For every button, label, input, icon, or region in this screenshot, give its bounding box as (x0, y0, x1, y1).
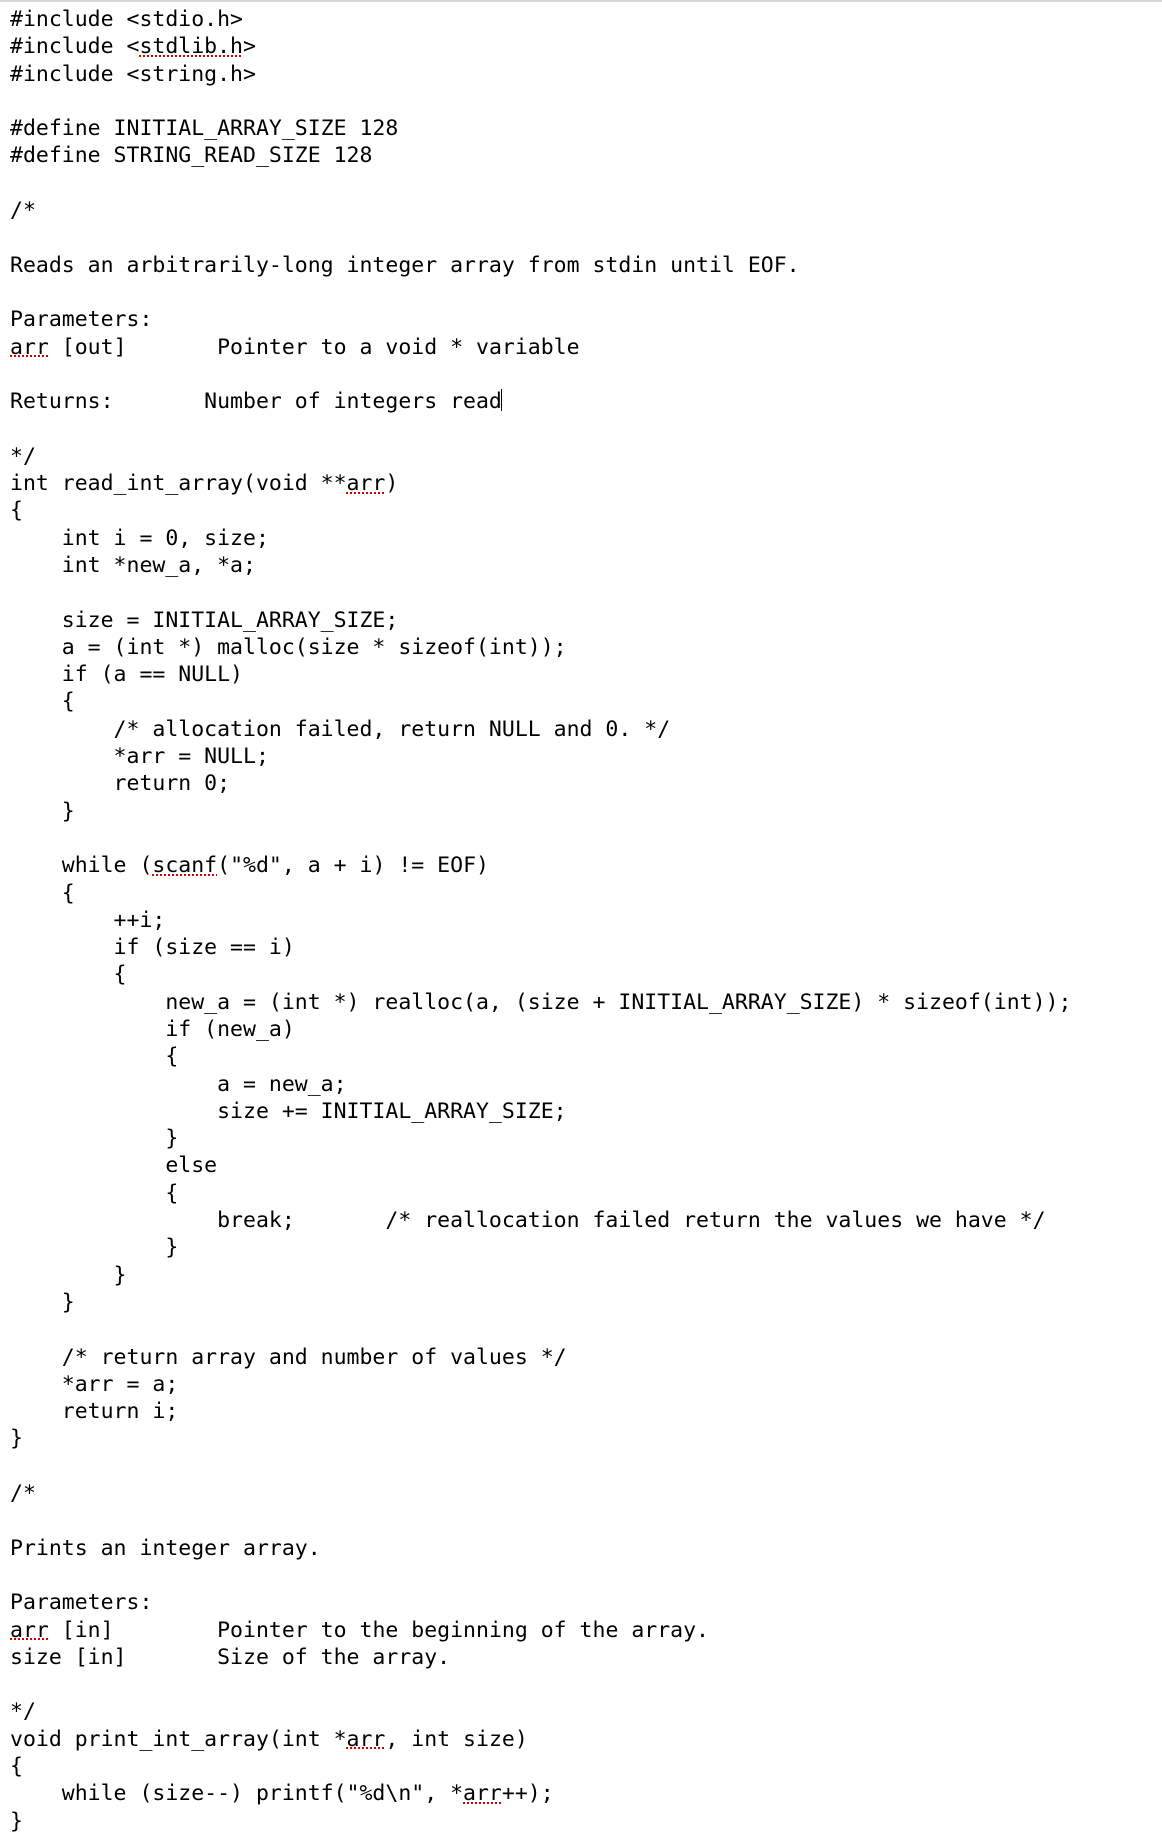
code-line: Returns: Number of integers read (10, 389, 502, 414)
code-line: /* (10, 198, 36, 223)
code-line: break; /* reallocation failed return the… (10, 1208, 1046, 1233)
code-block[interactable]: #include <stdio.h> #include <stdlib.h> #… (10, 6, 1152, 1835)
code-line: { (10, 881, 75, 906)
code-line: else (10, 1153, 217, 1178)
code-line: { (10, 962, 127, 987)
code-line: #define INITIAL_ARRAY_SIZE 128 (10, 116, 398, 141)
code-line: } (10, 1126, 178, 1151)
spellcheck-word: arr (347, 471, 386, 496)
code-line: #include <stdio.h> (10, 7, 243, 32)
code-line: */ (10, 444, 36, 469)
spellcheck-word: scanf (152, 853, 217, 878)
code-line: return i; (10, 1399, 178, 1424)
code-line: if (new_a) (10, 1017, 295, 1042)
code-line: a = new_a; (10, 1072, 347, 1097)
code-line: arr [out] Pointer to a void * variable (10, 335, 580, 360)
code-line: size = INITIAL_ARRAY_SIZE; (10, 608, 398, 633)
code-line: } (10, 1235, 178, 1260)
code-line: while (scanf("%d", a + i) != EOF) (10, 853, 489, 878)
spellcheck-word: arr (10, 335, 49, 360)
code-line: /* (10, 1481, 36, 1506)
code-line: void print_int_array(int *arr, int size) (10, 1727, 528, 1752)
spellcheck-word: arr (347, 1727, 386, 1752)
code-line: *arr = NULL; (10, 744, 269, 769)
code-line: #define STRING_READ_SIZE 128 (10, 143, 372, 168)
code-line: if (a == NULL) (10, 662, 243, 687)
code-line: #include <stdlib.h> (10, 34, 256, 59)
code-line: Prints an integer array. (10, 1536, 321, 1561)
code-line: int i = 0, size; (10, 526, 269, 551)
code-line: while (size--) printf("%d\n", *arr++); (10, 1781, 554, 1806)
code-line: /* allocation failed, return NULL and 0.… (10, 717, 670, 742)
code-line: #include <string.h> (10, 62, 256, 87)
code-line: */ (10, 1699, 36, 1724)
code-line: size += INITIAL_ARRAY_SIZE; (10, 1099, 567, 1124)
spellcheck-word: stdlib.h (139, 34, 243, 59)
code-line: } (10, 1809, 23, 1834)
code-line: { (10, 689, 75, 714)
spellcheck-word: arr (463, 1781, 502, 1806)
code-line: ++i; (10, 908, 165, 933)
code-line: } (10, 1263, 127, 1288)
code-line: int *new_a, *a; (10, 553, 256, 578)
code-line: Parameters: (10, 1590, 152, 1615)
code-line: } (10, 799, 75, 824)
code-line: { (10, 498, 23, 523)
code-line: new_a = (int *) realloc(a, (size + INITI… (10, 990, 1071, 1015)
spellcheck-word: arr (10, 1618, 49, 1643)
code-line: Parameters: (10, 307, 152, 332)
code-line: } (10, 1290, 75, 1315)
code-line: { (10, 1044, 178, 1069)
code-line: { (10, 1181, 178, 1206)
code-line: size [in] Size of the array. (10, 1645, 450, 1670)
code-line: if (size == i) (10, 935, 295, 960)
code-line: } (10, 1426, 23, 1451)
code-line: Reads an arbitrarily-long integer array … (10, 253, 800, 278)
code-line: return 0; (10, 771, 230, 796)
code-line: *arr = a; (10, 1372, 178, 1397)
code-line: a = (int *) malloc(size * sizeof(int)); (10, 635, 567, 660)
code-line: { (10, 1754, 23, 1779)
code-line: /* return array and number of values */ (10, 1345, 567, 1370)
code-line: int read_int_array(void **arr) (10, 471, 398, 496)
text-caret (501, 389, 502, 412)
code-line: arr [in] Pointer to the beginning of the… (10, 1618, 709, 1643)
